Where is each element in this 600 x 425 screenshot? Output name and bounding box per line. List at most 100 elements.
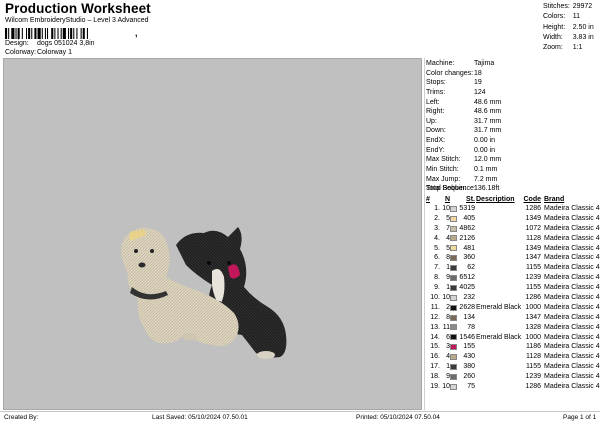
row-brand: Madeira Classic 40 (544, 234, 600, 242)
machine-info-row: Min Stitch: 0.1 mm (426, 165, 501, 175)
row-number: 18. (430, 373, 440, 381)
row-brand: Madeira Classic 40 (544, 323, 600, 331)
machine-info-value: 19 (474, 79, 482, 87)
color-swatch (450, 245, 457, 252)
row-color-index: 1 (446, 363, 450, 371)
color-swatch (450, 275, 457, 282)
stat-value: 29972 (572, 3, 593, 10)
row-stitches: 380 (463, 363, 475, 371)
row-brand: Madeira Classic 40 (544, 214, 600, 222)
color-swatch (450, 314, 457, 321)
row-color-index: 4 (446, 353, 450, 361)
row-color-index: 7 (446, 224, 450, 232)
row-code: 1155 (525, 284, 541, 292)
row-color-index: 3 (446, 343, 450, 351)
machine-info-row: Trims: 124 (426, 88, 501, 98)
row-stitches: 4025 (459, 284, 475, 292)
row-brand: Madeira Classic 40 (544, 363, 600, 371)
machine-info-value: Tajima (474, 60, 495, 67)
machine-info-value: 48.6 mm (474, 108, 502, 116)
row-brand: Madeira Classic 40 (544, 303, 600, 311)
machine-info-row: EndX: 0.00 in (426, 136, 501, 146)
machine-info-value: 7.2 mm (474, 175, 498, 183)
design-label: Design: (5, 40, 29, 47)
row-color-index: 10 (442, 205, 450, 212)
row-code: 1072 (525, 224, 541, 232)
stop-sequence-header: # N St. Description Code Brand (426, 195, 600, 204)
row-number: 17. (430, 363, 440, 371)
software-subtitle: Wilcom EmbroideryStudio – Level 3 Advanc… (5, 17, 149, 24)
stat-value: 11 (572, 13, 580, 21)
row-color-index: 4 (446, 234, 450, 242)
row-stitches: 4862 (459, 224, 475, 232)
machine-info-row: Max Jump: 7.2 mm (426, 175, 501, 185)
page-number: Page 1 of 1 (563, 414, 597, 421)
row-number: 2. (434, 214, 440, 222)
row-code: 1349 (525, 214, 541, 222)
row-code: 1328 (525, 323, 541, 331)
color-swatch (450, 235, 457, 242)
table-row: 7. 1 62 1155 Madeira Classic 40 (426, 263, 600, 273)
stat-label: Zoom: (543, 44, 563, 52)
machine-info-label: EndX: (426, 137, 446, 145)
row-number: 19. (430, 383, 440, 391)
row-color-index: 10 (442, 383, 450, 391)
row-stitches: 1546 (459, 333, 475, 341)
color-swatch (450, 364, 457, 371)
barcode-separator: , (135, 28, 138, 38)
row-color-index: 9 (446, 274, 450, 282)
row-brand: Madeira Classic 40 (544, 294, 600, 302)
row-stitches: 2628 (459, 303, 475, 311)
row-number: 3. (434, 224, 440, 232)
row-color-index: 10 (442, 294, 450, 302)
row-number: 9. (434, 284, 440, 292)
table-row: 13. 11 78 1328 Madeira Classic 40 (426, 323, 600, 333)
machine-info-label: Max Stitch: (426, 156, 461, 164)
table-row: 18. 9 260 1239 Madeira Classic 40 (426, 372, 600, 382)
row-brand: Madeira Classic 40 (544, 373, 600, 381)
table-row: 6. 8 360 1347 Madeira Classic 40 (426, 253, 600, 263)
color-swatch (450, 383, 457, 390)
table-row: 17. 1 380 1155 Madeira Classic 40 (426, 362, 600, 372)
machine-info: Machine: Tajima Color changes:18 Stops: 19 Tr… (426, 59, 501, 194)
page-footer: Created By: Last Saved: 05/10/2024 07.50… (0, 411, 600, 425)
machine-info-label: Down: (426, 127, 446, 135)
row-number: 11. (430, 303, 440, 311)
machine-info-label: Max Jump: (426, 175, 461, 183)
machine-info-value: 0.00 in (474, 137, 496, 145)
machine-info-value: 0.00 in (474, 146, 496, 154)
row-stitches: 360 (463, 254, 475, 262)
machine-info-label: Trims: (426, 88, 446, 96)
row-color-index: 11 (442, 323, 450, 331)
row-number: 6. (434, 254, 440, 262)
row-stitches: 78 (467, 323, 475, 331)
row-brand: Madeira Classic 40 (544, 383, 600, 391)
last-saved: Last Saved: 05/10/2024 07.50.01 (152, 414, 248, 421)
row-code: 1347 (525, 313, 541, 321)
design-row: Design: dogs 051024 3,8in (5, 40, 95, 47)
machine-info-row: Color changes:18 (426, 69, 501, 79)
row-brand: Madeira Classic 40 (544, 244, 600, 252)
table-row: 9. 1 4025 1155 Madeira Classic 40 (426, 283, 600, 293)
row-color-index: 8 (446, 313, 450, 321)
table-row: 3. 7 4862 1072 Madeira Classic 40 (426, 224, 600, 234)
machine-info-value: 0.1 mm (474, 166, 498, 174)
row-color-index: 1 (446, 284, 450, 292)
color-swatch (450, 265, 457, 272)
row-code: 1155 (525, 264, 541, 272)
stat-value: 3.83 in (572, 33, 594, 41)
row-number: 8. (434, 274, 440, 282)
machine-info-value: 31.7 mm (474, 117, 502, 125)
row-number: 10. (430, 294, 440, 302)
machine-info-row: Up: 31.7 mm (426, 117, 501, 127)
color-swatch (450, 205, 457, 212)
stat-row: Zoom: 1:1 (543, 43, 600, 53)
row-code: 1239 (525, 274, 541, 282)
row-brand: Madeira Classic 40 (544, 333, 600, 341)
row-number: 4. (434, 234, 440, 242)
color-swatch (450, 255, 457, 262)
table-row: 2. 5 405 1349 Madeira Classic 40 (426, 214, 600, 224)
table-row: 1. 10 5319 1286 Madeira Classic 40 (426, 204, 600, 214)
row-number: 5. (434, 244, 440, 252)
machine-info-label: Left: (426, 98, 440, 106)
